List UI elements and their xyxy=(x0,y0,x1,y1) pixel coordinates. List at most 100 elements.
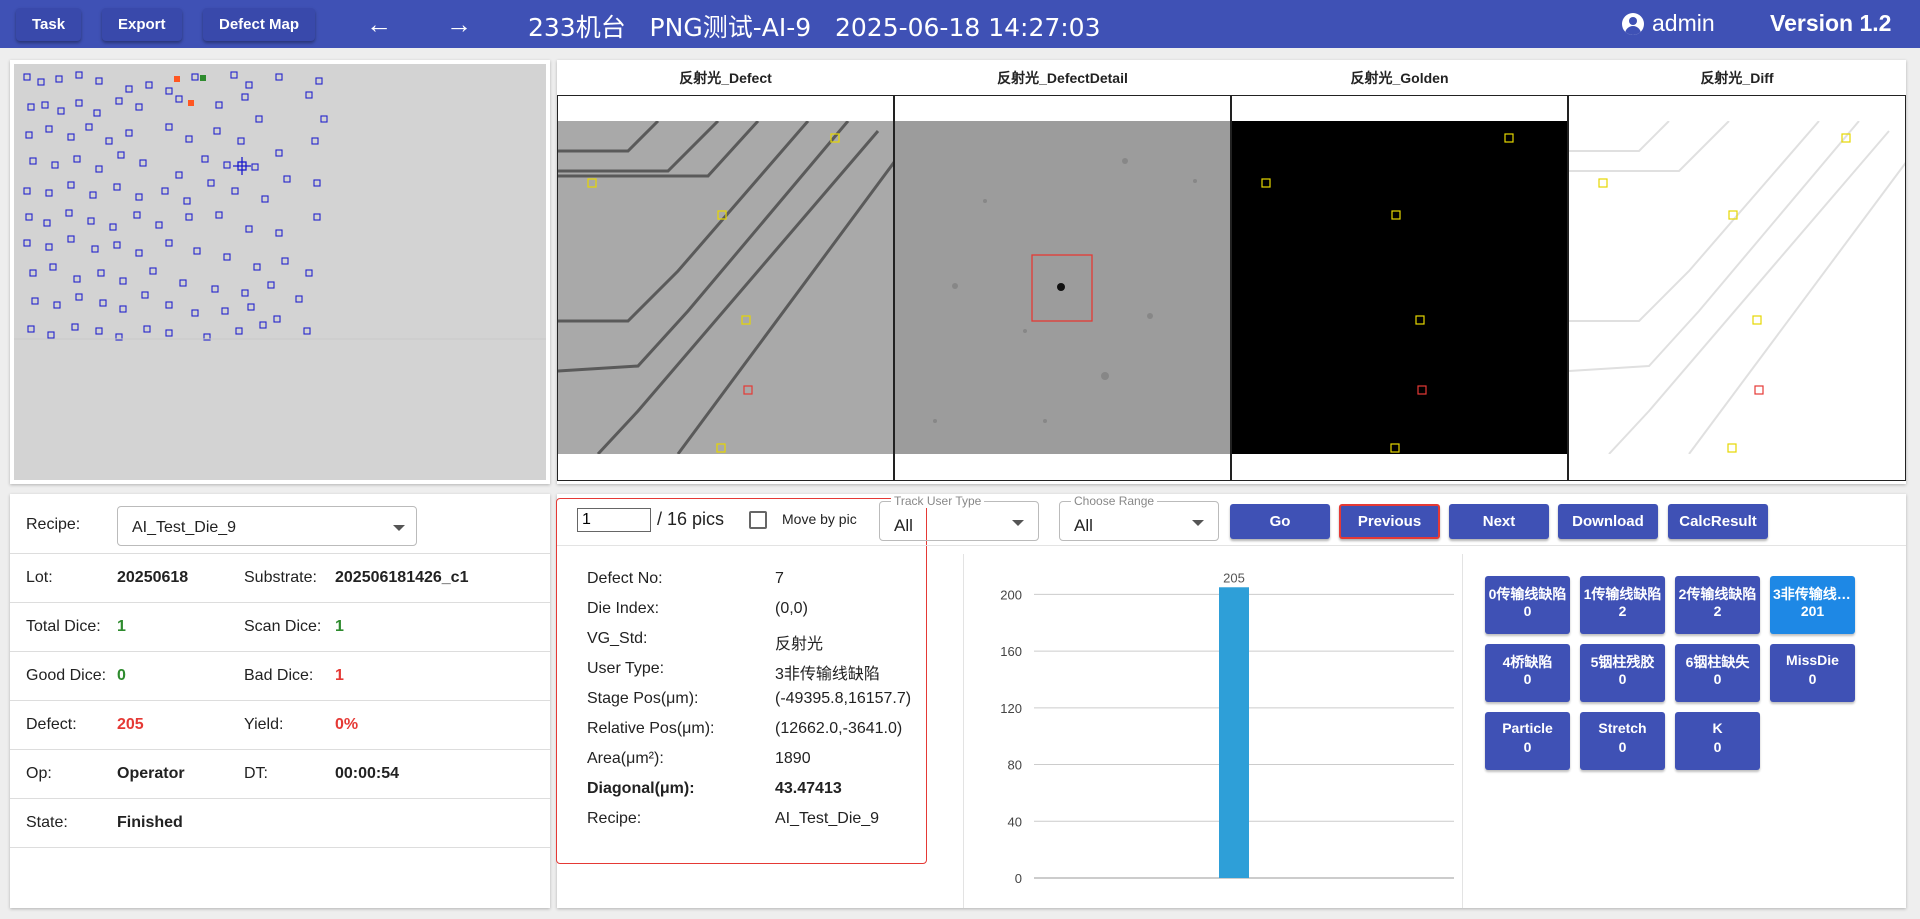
defect-type-button[interactable]: 3非传输线缺陷201 xyxy=(1770,576,1855,634)
die-marker[interactable] xyxy=(275,73,283,81)
die-marker[interactable] xyxy=(97,269,105,277)
die-marker[interactable] xyxy=(25,131,33,139)
defect-type-button[interactable]: 6铟柱缺失 0 xyxy=(1675,644,1760,702)
die-marker[interactable] xyxy=(179,279,187,287)
die-marker[interactable] xyxy=(85,123,93,131)
die-marker[interactable] xyxy=(143,325,151,333)
die-marker[interactable] xyxy=(165,329,173,337)
die-marker[interactable] xyxy=(261,195,269,203)
defect-type-button[interactable]: K0 xyxy=(1675,712,1760,770)
die-marker[interactable] xyxy=(67,133,75,141)
die-marker[interactable] xyxy=(119,305,127,313)
die-marker-highlight[interactable] xyxy=(200,75,206,81)
die-marker[interactable] xyxy=(47,331,55,339)
wafer-map[interactable] xyxy=(14,64,546,480)
die-marker[interactable] xyxy=(117,151,125,159)
die-marker[interactable] xyxy=(149,267,157,275)
back-arrow-icon[interactable]: ← xyxy=(366,10,392,38)
die-marker[interactable] xyxy=(125,129,133,137)
die-marker[interactable] xyxy=(65,209,73,217)
die-marker[interactable] xyxy=(251,163,259,171)
die-marker[interactable] xyxy=(27,325,35,333)
die-marker[interactable] xyxy=(295,295,303,303)
die-marker[interactable] xyxy=(275,149,283,157)
die-marker[interactable] xyxy=(141,291,149,299)
page-number-input[interactable] xyxy=(577,508,651,532)
die-marker[interactable] xyxy=(109,223,117,231)
die-marker[interactable] xyxy=(31,297,39,305)
die-marker[interactable] xyxy=(87,217,95,225)
user-menu[interactable]: admin xyxy=(1622,10,1715,37)
die-marker[interactable] xyxy=(119,277,127,285)
go-button[interactable]: Go xyxy=(1230,504,1330,539)
die-marker[interactable] xyxy=(165,87,173,95)
defect-type-button[interactable]: 5铟柱残胶 0 xyxy=(1580,644,1665,702)
die-marker[interactable] xyxy=(37,78,45,86)
die-marker[interactable] xyxy=(105,137,113,145)
die-marker[interactable] xyxy=(320,115,328,123)
die-marker[interactable] xyxy=(113,241,121,249)
die-marker-highlight[interactable] xyxy=(188,100,194,106)
die-marker[interactable] xyxy=(91,245,99,253)
defect-detail-image[interactable] xyxy=(894,95,1231,481)
die-marker[interactable] xyxy=(223,253,231,261)
die-marker[interactable] xyxy=(230,71,238,79)
die-marker[interactable] xyxy=(165,239,173,247)
die-marker[interactable] xyxy=(29,157,37,165)
die-marker[interactable] xyxy=(89,191,97,199)
die-marker[interactable] xyxy=(45,243,53,251)
die-marker[interactable] xyxy=(213,127,221,135)
previous-button[interactable]: Previous xyxy=(1339,504,1440,539)
die-marker[interactable] xyxy=(93,109,101,117)
die-marker[interactable] xyxy=(191,309,199,317)
die-marker[interactable] xyxy=(313,213,321,221)
export-button[interactable]: Export xyxy=(102,8,182,41)
die-marker[interactable] xyxy=(75,71,83,79)
die-marker[interactable] xyxy=(95,165,103,173)
calc-result-button[interactable]: CalcResult xyxy=(1668,504,1768,539)
die-marker[interactable] xyxy=(99,299,107,307)
defect-type-button[interactable]: 4桥缺陷 0 xyxy=(1485,644,1570,702)
die-marker[interactable] xyxy=(223,161,231,169)
die-marker[interactable] xyxy=(75,99,83,107)
die-marker[interactable] xyxy=(23,239,31,247)
golden-image[interactable] xyxy=(1231,95,1568,481)
die-marker[interactable] xyxy=(45,125,53,133)
die-marker[interactable] xyxy=(23,73,31,81)
die-marker[interactable] xyxy=(253,263,261,271)
die-marker[interactable] xyxy=(45,189,53,197)
die-marker[interactable] xyxy=(67,235,75,243)
wafer-map-canvas[interactable] xyxy=(14,64,546,480)
die-marker[interactable] xyxy=(175,171,183,179)
die-marker[interactable] xyxy=(245,225,253,233)
die-marker[interactable] xyxy=(231,187,239,195)
die-marker[interactable] xyxy=(311,137,319,145)
die-marker[interactable] xyxy=(67,181,75,189)
die-marker[interactable] xyxy=(135,249,143,257)
recipe-select[interactable]: AI_Test_Die_9 xyxy=(117,506,417,546)
die-marker[interactable] xyxy=(25,213,33,221)
die-marker[interactable] xyxy=(183,197,191,205)
die-marker[interactable] xyxy=(241,289,249,297)
die-marker-highlight[interactable] xyxy=(174,76,180,82)
die-marker[interactable] xyxy=(175,95,183,103)
die-marker[interactable] xyxy=(49,263,57,271)
die-marker[interactable] xyxy=(305,269,313,277)
die-marker[interactable] xyxy=(51,161,59,169)
die-marker[interactable] xyxy=(207,179,215,187)
die-marker[interactable] xyxy=(115,97,123,105)
die-marker[interactable] xyxy=(305,91,313,99)
die-marker[interactable] xyxy=(155,221,163,229)
die-marker[interactable] xyxy=(71,323,79,331)
die-marker[interactable] xyxy=(95,327,103,335)
die-marker[interactable] xyxy=(43,219,51,227)
defect-image[interactable] xyxy=(557,95,894,481)
defect-type-button[interactable]: Stretch 0 xyxy=(1580,712,1665,770)
defect-type-button[interactable]: 1传输线缺陷 2 xyxy=(1580,576,1665,634)
die-marker[interactable] xyxy=(193,247,201,255)
die-marker[interactable] xyxy=(161,187,169,195)
die-marker[interactable] xyxy=(185,213,193,221)
die-marker[interactable] xyxy=(165,123,173,131)
die-marker[interactable] xyxy=(275,229,283,237)
die-marker[interactable] xyxy=(41,101,49,109)
